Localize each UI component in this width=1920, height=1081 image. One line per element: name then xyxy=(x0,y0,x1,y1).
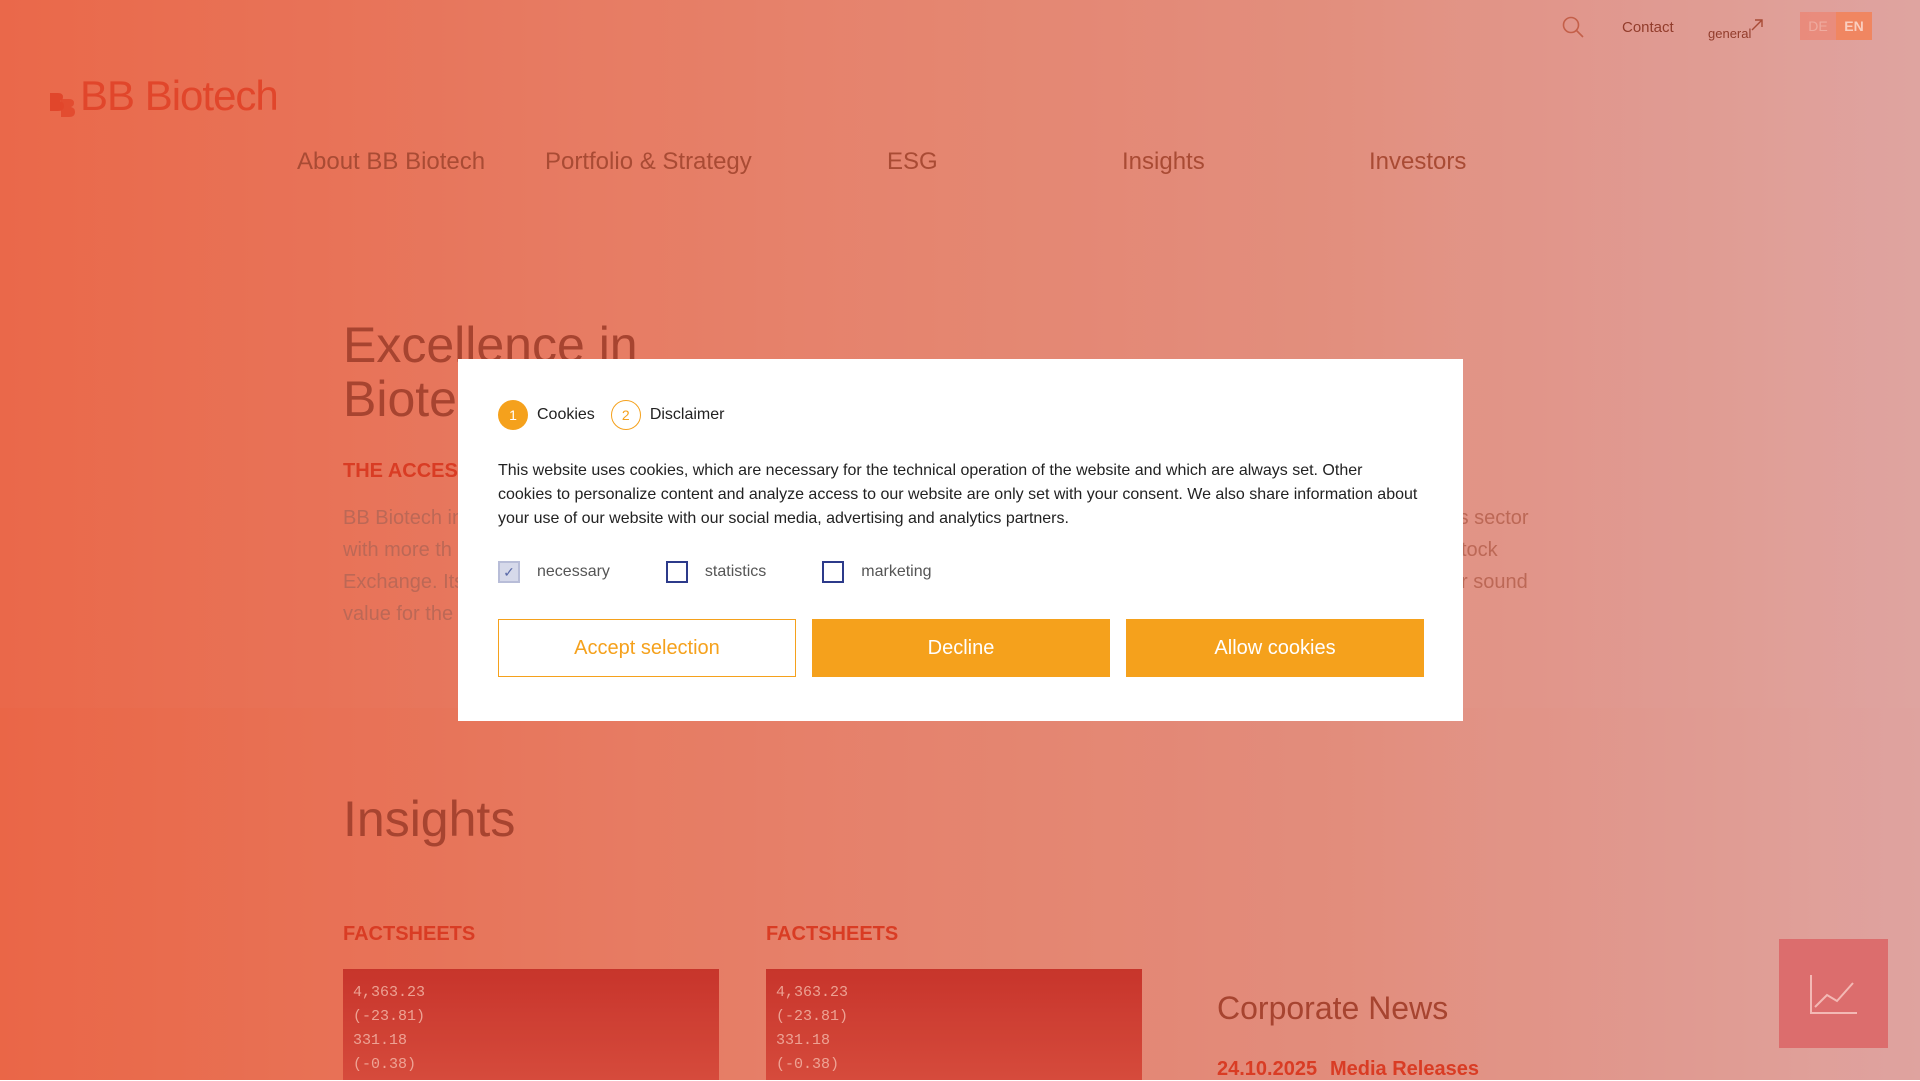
option-marketing[interactable]: marketing xyxy=(822,561,932,583)
option-label: marketing xyxy=(861,563,932,580)
marketing-checkbox[interactable] xyxy=(822,561,845,583)
step-2-label: Disclaimer xyxy=(649,406,725,423)
consent-buttons: Accept selection Decline Allow cookies xyxy=(498,619,1424,677)
necessary-checkbox: ✓ xyxy=(498,561,520,583)
consent-description: This website uses cookies, which are nec… xyxy=(498,462,1418,527)
statistics-checkbox[interactable] xyxy=(665,561,688,583)
step-2-indicator: 2 xyxy=(610,400,641,430)
accept-selection-button[interactable]: Accept selection xyxy=(498,619,796,677)
option-label: statistics xyxy=(704,563,767,580)
allow-cookies-button[interactable]: Allow cookies xyxy=(1126,619,1424,677)
option-label: necessary xyxy=(537,563,610,580)
step-1-indicator: 1 xyxy=(498,400,528,430)
step-1-label: Cookies xyxy=(537,406,595,423)
decline-button[interactable]: Decline xyxy=(812,619,1110,677)
option-statistics[interactable]: statistics xyxy=(665,561,767,583)
option-necessary: ✓ necessary xyxy=(498,561,610,583)
consent-options: ✓ necessary statistics marketing xyxy=(498,561,988,583)
consent-steps: 1 Cookies 2 Disclaimer xyxy=(498,400,740,430)
cookie-consent-dialog: 1 Cookies 2 Disclaimer This website uses… xyxy=(458,359,1463,721)
